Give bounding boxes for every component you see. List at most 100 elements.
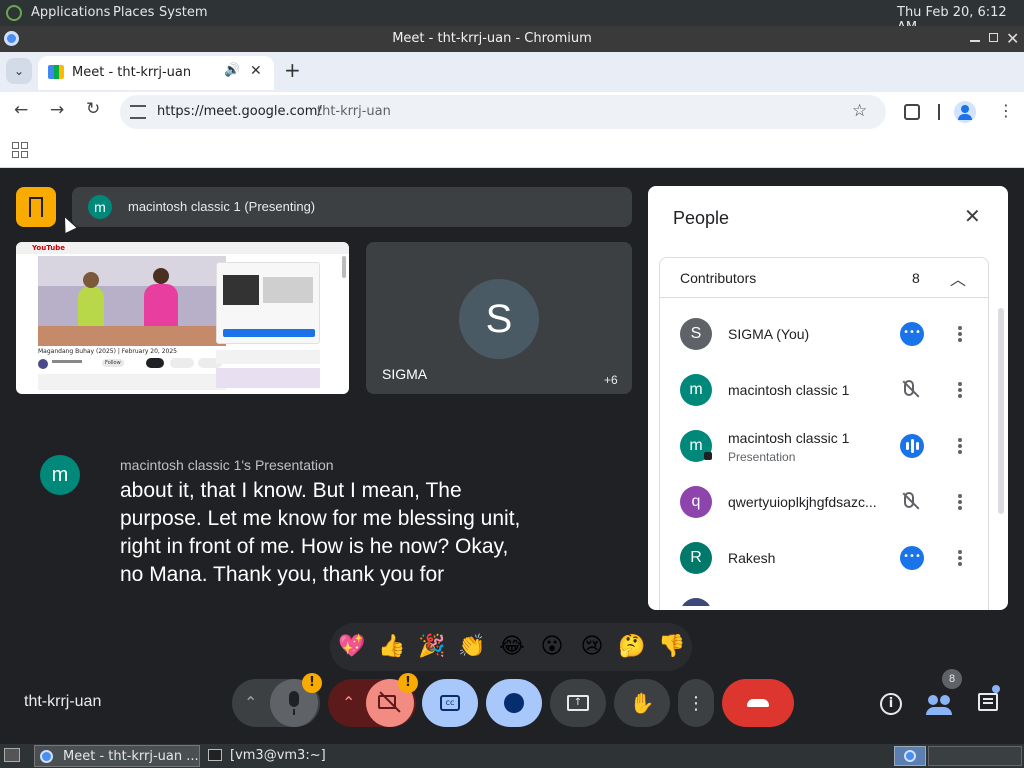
captions-button[interactable]: cc <box>422 679 478 727</box>
close-window-button[interactable]: ✕ <box>1006 29 1019 48</box>
participant-row[interactable]: m macintosh classic 1 <box>660 362 998 418</box>
reaction-thinking[interactable]: 🤔 <box>616 631 648 663</box>
video-options-chevron-icon[interactable]: ⌃ <box>342 693 355 712</box>
presenting-banner[interactable]: m macintosh classic 1 (Presenting) <box>72 187 632 227</box>
tab-meet[interactable]: Meet - tht-krrj-uan 🔊 ✕ <box>38 56 274 90</box>
reaction-clap[interactable]: 👏 <box>456 631 488 663</box>
raise-hand-button[interactable]: ✋ <box>614 679 670 727</box>
youtube-logo: YouTube <box>32 244 65 252</box>
extensions-icon[interactable] <box>904 104 920 120</box>
more-status-icon[interactable]: ••• <box>900 546 924 570</box>
url-path: tht-krrj-uan <box>317 104 391 119</box>
reload-icon[interactable]: ↻ <box>86 99 100 119</box>
panel-scrollbar[interactable] <box>998 308 1004 514</box>
url-host: https://meet.google.com/ <box>157 104 322 119</box>
reaction-laugh[interactable]: 😂 <box>496 631 528 663</box>
participant-row[interactable]: q qwertyuioplkjhgfdsazc... <box>660 474 998 530</box>
pin-icon <box>704 452 712 460</box>
tab-search-button[interactable]: ⌄ <box>6 58 32 84</box>
show-desktop-icon[interactable] <box>4 748 20 762</box>
reaction-thumbs-up[interactable]: 👍 <box>376 631 408 663</box>
hand-icon: ✋ <box>629 691 655 715</box>
os-logo-icon[interactable] <box>6 5 22 21</box>
reaction-heart[interactable]: 💖 <box>336 631 368 663</box>
people-panel-title: People <box>673 208 730 228</box>
reaction-surprised[interactable]: 😮 <box>536 631 568 663</box>
sidebar-card <box>216 262 320 344</box>
contributors-header[interactable]: Contributors 8 ︿ <box>660 258 988 298</box>
presenter-avatar: m <box>88 195 112 219</box>
participant-avatar: S <box>680 318 712 350</box>
participant-row[interactable]: m macintosh classic 1 Presentation <box>660 418 998 474</box>
places-menu[interactable]: Places <box>113 5 154 20</box>
taskbar-item-label: [vm3@vm3:~] <box>230 748 326 763</box>
close-panel-icon[interactable]: ✕ <box>964 204 981 228</box>
window-title: Meet - tht-krrj-uan - Chromium <box>392 31 592 46</box>
workspace-switcher[interactable] <box>894 746 926 766</box>
back-icon[interactable]: ← <box>14 100 28 120</box>
apps-grid-icon[interactable] <box>12 142 28 158</box>
applications-menu[interactable]: Applications <box>31 5 110 20</box>
participant-row[interactable]: S SIGMA (You) ••• <box>660 306 998 362</box>
participant-subtitle: Presentation <box>728 450 796 464</box>
profile-icon[interactable] <box>954 101 976 123</box>
speaking-indicator-icon <box>900 434 924 458</box>
audio-options-chevron-icon[interactable]: ⌃ <box>244 693 257 712</box>
meeting-info-button[interactable] <box>16 187 56 227</box>
video-frame <box>38 256 226 346</box>
caption-speaker-name: macintosh classic 1's Presentation <box>120 457 334 473</box>
people-button[interactable] <box>926 691 954 717</box>
reaction-thumbs-down[interactable]: 👎 <box>656 631 688 663</box>
leave-call-button[interactable] <box>722 679 794 727</box>
toolbar-divider <box>938 104 940 120</box>
contributors-label: Contributors <box>680 270 757 286</box>
address-bar[interactable]: https://meet.google.com/ tht-krrj-uan ☆ <box>120 95 886 129</box>
door-icon <box>29 197 43 217</box>
participant-name: Rakesh <box>728 550 776 566</box>
self-name: SIGMA <box>382 366 428 382</box>
chromium-icon <box>40 750 53 763</box>
participant-row[interactable]: R Rakesh ••• <box>660 530 998 586</box>
overflow-count: +6 <box>604 373 618 387</box>
more-status-icon[interactable]: ••• <box>900 322 924 346</box>
participant-avatar <box>680 598 712 606</box>
reaction-party[interactable]: 🎉 <box>416 631 448 663</box>
new-tab-button[interactable]: + <box>284 58 301 82</box>
os-taskbar: Meet - tht-krrj-uan ... [vm3@vm3:~] <box>0 744 1024 768</box>
bookmark-star-icon[interactable]: ☆ <box>852 101 867 121</box>
mic-icon <box>289 691 299 707</box>
self-tile[interactable]: S SIGMA +6 <box>366 242 632 394</box>
participant-options-icon[interactable] <box>950 492 970 512</box>
reactions-button[interactable] <box>486 679 542 727</box>
people-icon <box>928 695 938 705</box>
site-info-icon[interactable] <box>130 105 146 119</box>
more-options-button[interactable]: ⋮ <box>678 679 714 727</box>
participant-options-icon[interactable] <box>950 380 970 400</box>
maximize-button[interactable] <box>989 33 998 42</box>
minimize-button[interactable] <box>970 40 980 42</box>
taskbar-item-chromium[interactable]: Meet - tht-krrj-uan ... <box>34 745 200 767</box>
reaction-sad[interactable]: 😢 <box>576 631 608 663</box>
more-vert-icon: ⋮ <box>687 692 705 714</box>
chevron-up-icon[interactable]: ︿ <box>950 266 966 290</box>
participant-options-icon[interactable] <box>950 548 970 568</box>
chat-button[interactable] <box>978 693 998 711</box>
chat-icon <box>983 698 993 700</box>
forward-icon[interactable]: → <box>50 100 64 120</box>
emoji-icon <box>504 693 524 713</box>
participant-row-partial[interactable] <box>660 586 998 606</box>
participant-options-icon[interactable] <box>950 436 970 456</box>
hang-up-icon <box>747 699 769 707</box>
system-menu[interactable]: System <box>159 5 207 20</box>
presentation-thumbnail[interactable]: YouTube Magandang Buhay (2025) | Februar… <box>16 242 349 394</box>
present-button[interactable]: ↑ <box>550 679 606 727</box>
participant-options-icon[interactable] <box>950 324 970 344</box>
tab-audio-icon[interactable]: 🔊 <box>224 63 240 78</box>
participant-list: S SIGMA (You) ••• m macintosh classic 1 … <box>660 306 998 606</box>
bookmarks-bar <box>0 132 1024 168</box>
workspace-empty[interactable] <box>928 746 1022 766</box>
browser-menu-icon[interactable]: ⋮ <box>998 101 1014 120</box>
tab-close-icon[interactable]: ✕ <box>250 63 262 79</box>
meeting-details-button[interactable]: i <box>880 693 902 715</box>
taskbar-item-terminal[interactable]: [vm3@vm3:~] <box>204 745 364 767</box>
